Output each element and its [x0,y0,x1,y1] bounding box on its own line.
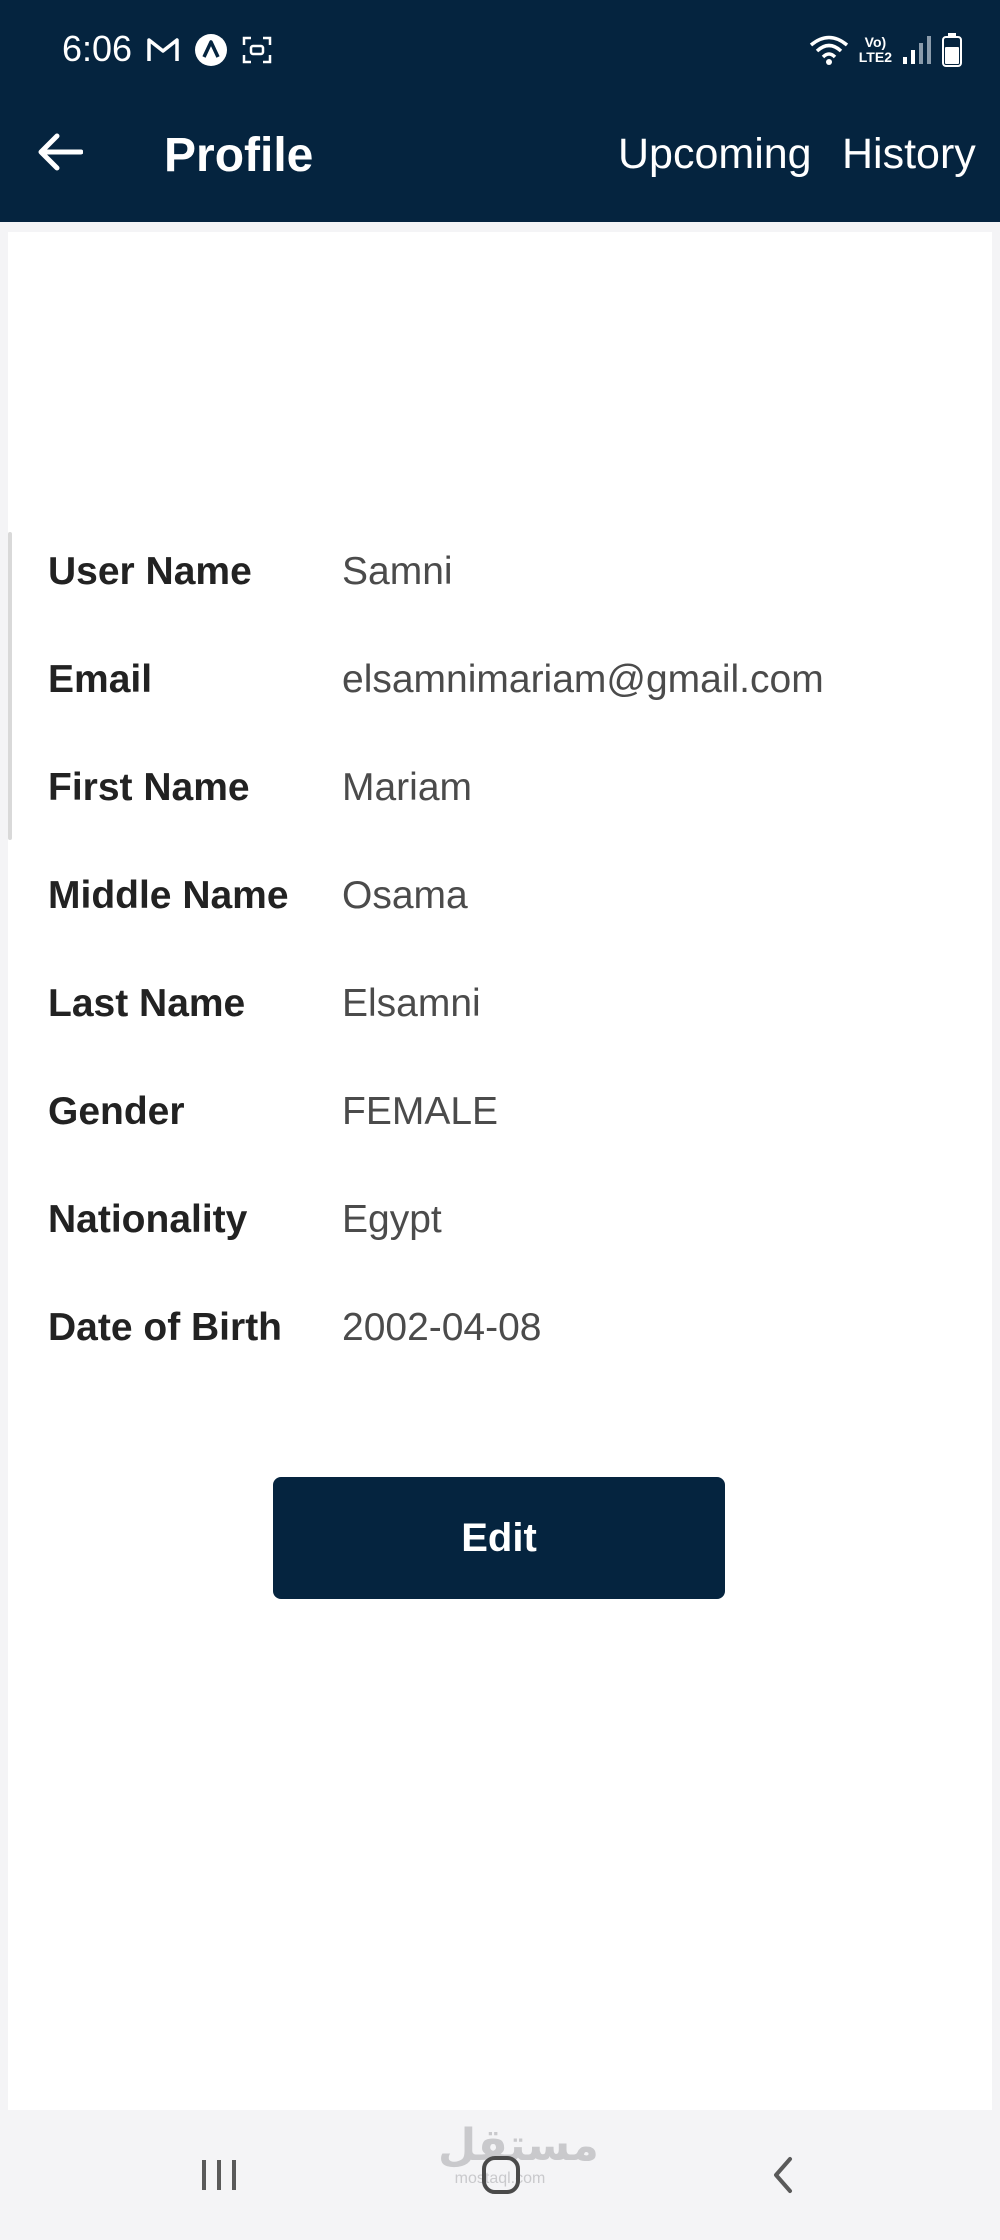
home-icon [482,2156,520,2194]
field-label: Email [48,658,153,701]
field-value: Egypt [342,1198,442,1241]
wifi-icon [809,35,848,65]
field-label: Middle Name [48,874,289,917]
field-row-date-of-birth: Date of Birth 2002-04-08 [48,1300,988,1356]
system-back-button[interactable] [728,2140,838,2210]
app-bar: 6:06 Vo) LTE2 Profile Upcoming History [0,0,1000,222]
edit-button[interactable]: Edit [273,1477,725,1599]
home-button[interactable] [446,2140,556,2210]
back-button[interactable] [30,122,90,182]
field-value: Elsamni [342,982,481,1025]
volte-indicator: Vo) LTE2 [859,35,892,65]
status-bar: 6:06 Vo) LTE2 [0,0,1000,100]
field-label: Date of Birth [48,1306,282,1349]
field-row-first-name: First Name Mariam [48,760,988,816]
chevron-left-icon [774,2157,792,2193]
field-row-middle-name: Middle Name Osama [48,868,988,924]
battery-icon [942,33,962,67]
field-value: FEMALE [342,1090,499,1133]
field-row-email: Email elsamnimariam@gmail.com [48,652,988,708]
field-value: Mariam [342,766,473,809]
history-link[interactable]: History [842,130,976,179]
gmail-icon [147,38,179,61]
field-row-nationality: Nationality Egypt [48,1192,988,1248]
recent-apps-button[interactable] [164,2140,274,2210]
field-value: 2002-04-08 [342,1306,542,1349]
page-title: Profile [164,129,314,182]
field-row-user-name: User Name Samni [48,544,988,600]
volte-top-label: Vo) [864,34,887,50]
upcoming-link[interactable]: Upcoming [618,130,812,179]
field-value: Osama [342,874,468,917]
field-row-gender: Gender FEMALE [48,1084,988,1140]
field-label: User Name [48,550,252,593]
system-navigation-bar: مستقل mostaql.com [0,2110,1000,2240]
field-value: Samni [342,550,453,593]
field-row-last-name: Last Name Elsamni [48,976,988,1032]
field-value: elsamnimariam@gmail.com [342,658,824,701]
field-label: Gender [48,1090,185,1133]
signal-icon [903,36,931,64]
app-notification-icon [195,34,227,66]
toolbar: Profile Upcoming History [0,100,1000,222]
volte-bottom-label: LTE2 [858,49,892,65]
arrow-left-icon [38,133,83,171]
edge-panel-handle[interactable] [8,532,12,840]
field-label: First Name [48,766,250,809]
recent-apps-icon [202,2160,236,2190]
system-icons: Vo) LTE2 [809,28,962,72]
profile-card: User Name Samni Email elsamnimariam@gmai… [8,232,992,2110]
screenshot-icon [242,36,272,64]
status-time: 6:06 [62,28,133,69]
field-label: Last Name [48,982,246,1025]
notification-icons [146,30,272,70]
field-label: Nationality [48,1198,248,1241]
